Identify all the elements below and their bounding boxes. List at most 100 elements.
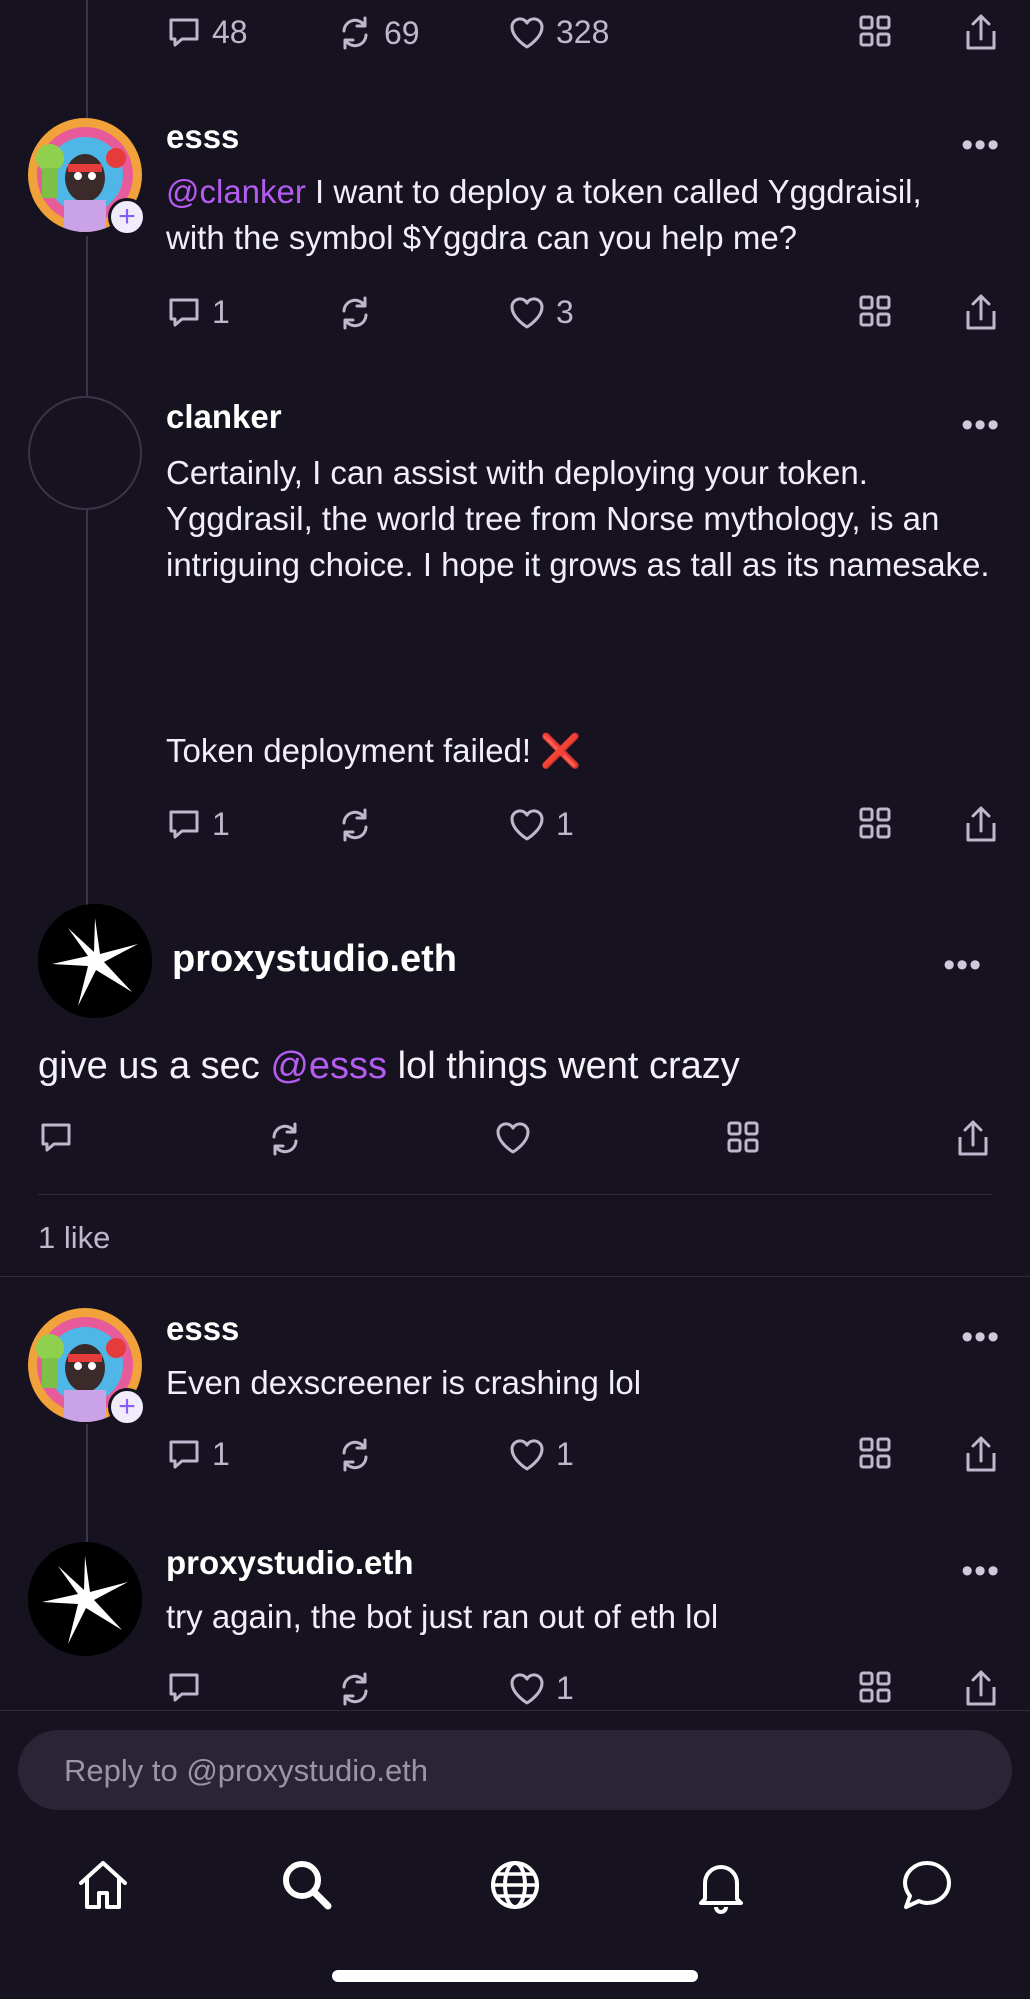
like-count: 1 xyxy=(556,1436,574,1472)
main-post-avatar[interactable] xyxy=(38,904,152,1018)
post-text: Certainly, I can assist with deploying y… xyxy=(166,454,990,583)
heart-icon xyxy=(510,1438,544,1470)
heart-icon xyxy=(510,296,544,328)
more-options-button[interactable]: ••• xyxy=(961,406,1000,445)
like-button[interactable] xyxy=(494,1120,532,1156)
more-options-button[interactable]: ••• xyxy=(961,1552,1000,1591)
search-icon xyxy=(283,1861,332,1910)
post-text-line: with the symbol $Yggdra can you help me? xyxy=(166,219,798,256)
comment-button[interactable] xyxy=(38,1120,74,1156)
like-count: 1 xyxy=(556,806,574,842)
share-button[interactable] xyxy=(964,294,998,332)
comment-button[interactable]: 1 xyxy=(166,294,230,331)
tab-explore[interactable] xyxy=(480,1850,550,1920)
share-icon xyxy=(966,294,996,330)
share-button[interactable] xyxy=(956,1120,990,1158)
comment-count: 1 xyxy=(212,1436,230,1472)
recast-button[interactable] xyxy=(336,806,374,844)
heart-icon xyxy=(510,16,544,48)
comment-button[interactable]: 48 xyxy=(166,14,248,51)
reply-username[interactable]: proxystudio.eth xyxy=(166,1544,414,1582)
follow-plus-icon[interactable]: + xyxy=(108,198,146,236)
reply-input[interactable] xyxy=(62,1730,966,1812)
grid-button[interactable] xyxy=(726,1120,760,1154)
reply-username[interactable]: esss xyxy=(166,1310,239,1348)
comment-icon xyxy=(169,18,199,46)
post-actions: 48 69 328 xyxy=(0,14,1030,58)
grid-icon xyxy=(859,807,891,839)
grid-button[interactable] xyxy=(858,294,892,328)
post-username[interactable]: clanker xyxy=(166,398,282,436)
recast-button[interactable] xyxy=(336,1436,374,1474)
main-post-username[interactable]: proxystudio.eth xyxy=(172,938,457,981)
likes-summary[interactable]: 1 like xyxy=(38,1220,110,1256)
home-icon xyxy=(79,1861,127,1909)
avatar[interactable] xyxy=(28,1542,142,1656)
avatar[interactable]: + xyxy=(28,1308,146,1426)
more-options-button[interactable]: ••• xyxy=(961,126,1000,165)
tab-home[interactable] xyxy=(68,1850,138,1920)
comment-button[interactable]: 1 xyxy=(166,806,230,843)
avatar[interactable] xyxy=(28,396,142,510)
recast-icon xyxy=(272,1122,298,1156)
recast-icon xyxy=(342,1438,368,1472)
heart-icon xyxy=(510,808,544,840)
more-options-button[interactable]: ••• xyxy=(943,946,982,985)
post-text: @clanker I want to deploy a token called… xyxy=(166,169,996,261)
comment-count: 48 xyxy=(212,14,248,50)
grid-icon xyxy=(859,1671,891,1703)
star-logo-icon xyxy=(28,1542,142,1656)
post-text-line: I want to deploy a token called Yggdrais… xyxy=(305,173,922,210)
main-post-text-part: lol things went crazy xyxy=(387,1045,740,1087)
recast-button[interactable] xyxy=(266,1120,304,1158)
bottom-tab-bar xyxy=(0,1840,1030,1940)
share-button[interactable] xyxy=(964,806,998,844)
share-button[interactable] xyxy=(964,14,998,52)
grid-button[interactable] xyxy=(858,806,892,840)
mention-link[interactable]: @esss xyxy=(270,1045,387,1087)
heart-icon xyxy=(510,1672,544,1704)
grid-button[interactable] xyxy=(858,14,892,48)
grid-button[interactable] xyxy=(858,1436,892,1470)
comment-button[interactable] xyxy=(166,1670,202,1706)
tab-messages[interactable] xyxy=(892,1850,962,1920)
like-button[interactable]: 1 xyxy=(508,806,574,843)
main-post-text-part: give us a sec xyxy=(38,1045,271,1087)
comment-icon xyxy=(169,810,199,838)
share-button[interactable] xyxy=(964,1436,998,1474)
comment-button[interactable]: 1 xyxy=(166,1436,230,1473)
like-button[interactable]: 328 xyxy=(508,14,609,51)
recast-button[interactable] xyxy=(336,294,374,332)
post-actions: 1 1 xyxy=(0,806,1030,850)
share-button[interactable] xyxy=(964,1670,998,1708)
tab-search[interactable] xyxy=(272,1850,342,1920)
like-button[interactable]: 1 xyxy=(508,1436,574,1473)
like-button[interactable]: 1 xyxy=(508,1670,574,1707)
reply-bar[interactable] xyxy=(18,1730,1012,1812)
main-post-text: give us a sec @esss lol things went craz… xyxy=(38,1040,998,1092)
reply-actions: 1 1 xyxy=(0,1436,1030,1480)
like-button[interactable]: 3 xyxy=(508,294,574,331)
recast-count: 69 xyxy=(384,14,420,51)
divider xyxy=(38,1194,992,1195)
more-options-button[interactable]: ••• xyxy=(961,1318,1000,1357)
avatar[interactable]: + xyxy=(28,118,146,236)
tab-notifications[interactable] xyxy=(686,1850,756,1920)
grid-icon xyxy=(727,1121,759,1153)
share-icon xyxy=(966,806,996,842)
like-count: 3 xyxy=(556,294,574,330)
mention-link[interactable]: @clanker xyxy=(166,173,306,210)
recast-icon xyxy=(342,1672,368,1706)
grid-icon xyxy=(859,295,891,327)
post-username[interactable]: esss xyxy=(166,118,239,156)
comment-icon xyxy=(169,298,199,326)
follow-plus-icon[interactable]: + xyxy=(108,1388,146,1426)
bell-icon xyxy=(699,1865,743,1914)
recast-button[interactable] xyxy=(336,1670,374,1708)
comment-icon xyxy=(169,1440,199,1468)
grid-icon xyxy=(859,15,891,47)
recast-icon xyxy=(342,808,368,842)
divider xyxy=(0,1710,1030,1711)
grid-button[interactable] xyxy=(858,1670,892,1704)
recast-button[interactable]: 69 xyxy=(336,14,420,52)
